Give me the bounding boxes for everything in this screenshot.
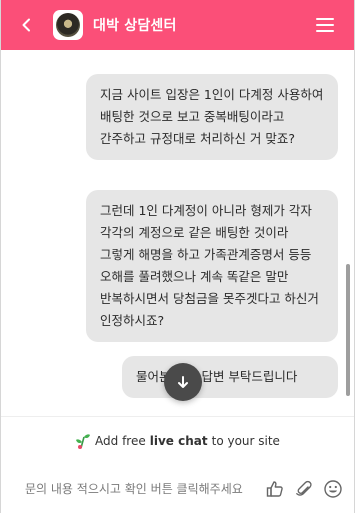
logo-image xyxy=(56,13,80,37)
attach-button[interactable] xyxy=(293,478,315,500)
scrollbar-thumb[interactable] xyxy=(346,264,350,396)
promo-prefix: Add free xyxy=(95,433,146,448)
agent-avatar xyxy=(53,10,83,40)
promo-strong: live chat xyxy=(149,433,208,448)
back-button[interactable] xyxy=(9,7,45,43)
message-input[interactable] xyxy=(25,481,257,496)
message-bubble: 그런데 1인 다계정이 아니라 형제가 각자 각각의 계정으로 같은 배팅한 것… xyxy=(86,190,338,342)
hamburger-menu-icon xyxy=(316,18,334,20)
promo-suffix: to your site xyxy=(211,433,280,448)
thumbs-up-icon xyxy=(266,480,283,497)
chat-header: 대박 상담센터 xyxy=(1,0,354,50)
paperclip-icon xyxy=(296,480,312,496)
promo-link[interactable]: Add free live chat to your site xyxy=(1,416,354,464)
message-bubble: 물어본 것에 답변 부탁드립니다 xyxy=(122,356,338,398)
emoji-button[interactable] xyxy=(322,478,344,500)
sprout-icon xyxy=(76,433,91,449)
message-bubble: 지금 사이트 입장은 1인이 다계정 사용하여 배팅한 것으로 보고 중복배팅이… xyxy=(86,74,338,160)
arrow-down-icon xyxy=(178,376,188,388)
scroll-to-bottom-button[interactable] xyxy=(164,363,202,401)
menu-button[interactable] xyxy=(316,13,340,37)
message-list[interactable]: 지금 사이트 입장은 1인이 다계정 사용하여 배팅한 것으로 보고 중복배팅이… xyxy=(1,50,354,416)
chat-widget: 대박 상담센터 지금 사이트 입장은 1인이 다계정 사용하여 배팅한 것으로 … xyxy=(0,0,355,513)
message-composer xyxy=(1,464,354,513)
chat-title: 대박 상담센터 xyxy=(93,18,177,34)
chevron-left-icon xyxy=(22,18,30,32)
smiley-icon xyxy=(324,479,342,498)
thumbs-up-button[interactable] xyxy=(264,478,286,500)
